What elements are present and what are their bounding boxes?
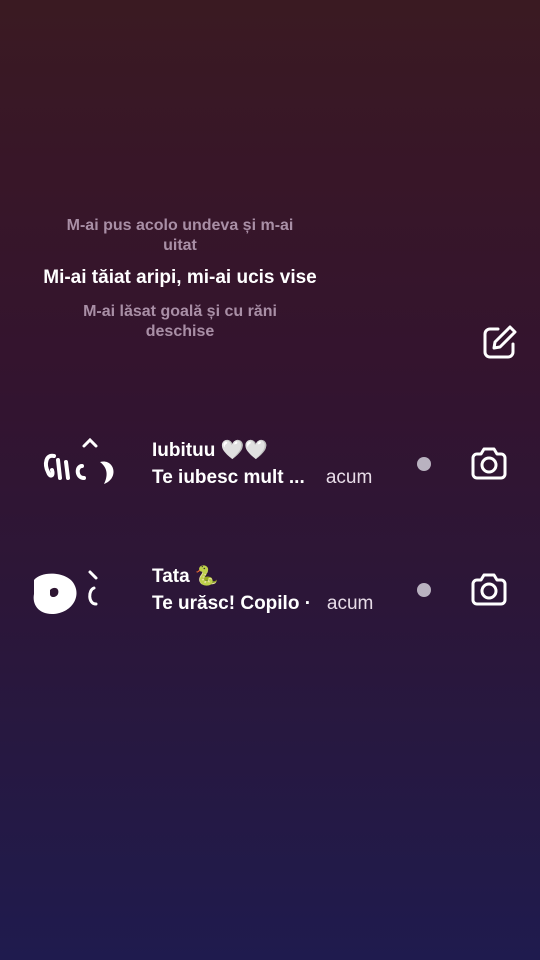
chat-text: Iubituu 🤍🤍 Te iubesc mult ... acum	[152, 438, 402, 491]
camera-button[interactable]	[468, 570, 510, 610]
lyric-previous: M-ai pus acolo undeva și m-ai uitat	[66, 217, 294, 254]
unread-indicator	[417, 457, 431, 471]
avatar	[28, 432, 124, 496]
chat-name: Iubituu 🤍🤍	[152, 440, 268, 461]
camera-icon	[471, 573, 507, 606]
chat-preview: Te iubesc mult ...	[152, 467, 305, 488]
chat-message-line: Te urăsc! Copilo · acum	[152, 591, 402, 617]
chat-name: Tata 🐍	[152, 566, 219, 587]
chat-row-iubituu[interactable]: Iubituu 🤍🤍 Te iubesc mult ... acum	[0, 420, 540, 510]
lyric-current: Mi-ai tăiat aripi, mi-ai ucis vise	[43, 267, 317, 288]
edit-square-icon	[483, 325, 517, 359]
chat-preview: Te urăsc! Copilo ·	[152, 593, 312, 614]
chat-text: Tata 🐍 Te urăsc! Copilo · acum	[152, 564, 402, 617]
chat-time: acum	[325, 467, 373, 488]
lyrics-panel: M-ai pus acolo undeva și m-ai uitat Mi-a…	[20, 216, 340, 342]
chat-time: acum	[326, 593, 374, 614]
camera-button[interactable]	[468, 444, 510, 484]
unread-indicator	[417, 583, 431, 597]
chat-message-line: Te iubesc mult ... acum	[152, 465, 402, 491]
camera-icon	[471, 447, 507, 480]
new-message-button[interactable]	[480, 322, 520, 362]
avatar	[28, 558, 124, 622]
chat-row-tata[interactable]: Tata 🐍 Te urăsc! Copilo · acum	[0, 546, 540, 636]
lyric-next: M-ai lăsat goală și cu răni deschise	[83, 303, 277, 340]
